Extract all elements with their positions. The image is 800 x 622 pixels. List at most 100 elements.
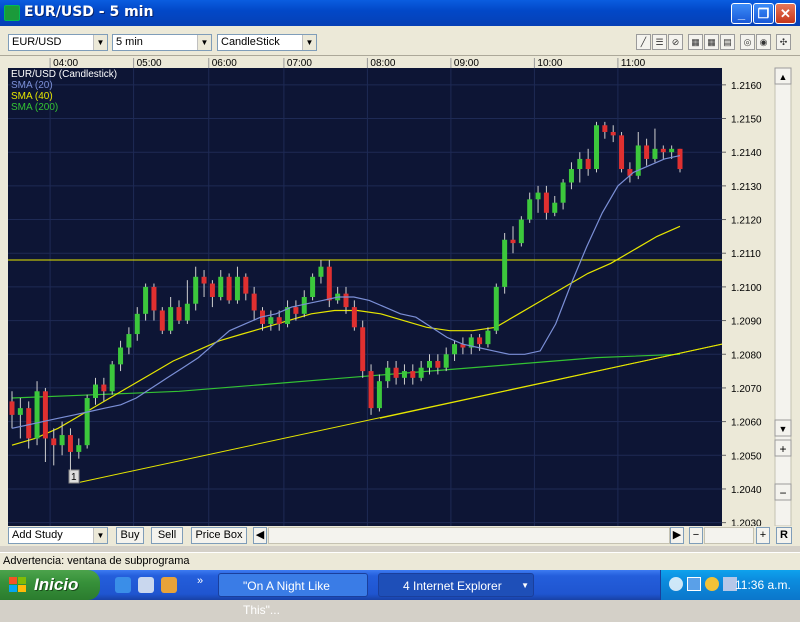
candle-body <box>610 131 616 136</box>
task-internet-explorer[interactable]: 4 Internet Explorer ▼ <box>378 573 534 597</box>
chevron-right-icon[interactable]: » <box>197 575 203 587</box>
chart-style-select[interactable]: CandleStick ▼ <box>217 34 317 51</box>
network-icon[interactable] <box>687 577 701 591</box>
candle-body <box>435 360 441 368</box>
candle-body <box>34 391 40 439</box>
table-icon[interactable]: ▤ <box>720 34 735 50</box>
candle-body <box>385 367 391 382</box>
chart-style-value: CandleStick <box>221 36 280 48</box>
scroll-right-button[interactable]: ▶ <box>670 527 684 544</box>
zoom-in-h-button[interactable]: + <box>756 527 770 544</box>
candle-body <box>368 371 374 409</box>
media-quicklaunch-icon[interactable] <box>161 577 177 593</box>
chevron-down-icon[interactable]: ▼ <box>93 528 107 543</box>
candle-body <box>594 125 599 170</box>
chevron-up-icon: ▲ <box>779 72 788 82</box>
y-tick-label: 1.2070 <box>731 384 762 395</box>
windows-flag-icon <box>9 577 26 592</box>
interval-select[interactable]: 5 min ▼ <box>112 34 212 51</box>
candle-body <box>101 384 107 392</box>
horizontal-lines-icon[interactable]: ☰ <box>652 34 667 50</box>
candle-body <box>452 344 458 355</box>
candle-body <box>568 169 574 183</box>
status-bar: Advertencia: ventana de subprograma <box>0 552 800 570</box>
candle-body <box>485 330 491 345</box>
settings-icon[interactable]: ✣ <box>776 34 791 50</box>
candle-body <box>51 438 57 446</box>
horizontal-scrollbar[interactable] <box>268 527 670 544</box>
zoom-icon[interactable]: ◉ <box>756 34 771 50</box>
candle-body <box>218 276 224 297</box>
close-button[interactable]: ✕ <box>775 3 796 24</box>
candle-body <box>502 239 508 287</box>
add-study-select[interactable]: Add Study ▼ <box>8 527 108 544</box>
y-tick-label: 1.2040 <box>731 485 762 496</box>
candle-body <box>552 202 558 213</box>
candle-body <box>677 148 683 170</box>
time-axis-band <box>8 56 722 68</box>
reset-button[interactable]: R <box>776 527 792 544</box>
zoom-out-h-button[interactable]: − <box>689 527 703 544</box>
chevron-down-icon[interactable]: ▼ <box>302 35 316 50</box>
candle-body <box>268 317 274 324</box>
vertical-scrollbar <box>774 67 792 527</box>
ie-quicklaunch-icon[interactable] <box>115 577 131 593</box>
candle-body <box>151 286 157 311</box>
candlestick-chart[interactable]: 04:00 05:00 06:00 07:00 08:00 09:00 10:00 11:00… <box>0 56 800 530</box>
y-tick-label: 1.2100 <box>731 283 762 294</box>
window-titlebar[interactable]: EUR/USD - 5 min _ ❐ ✕ <box>0 0 800 26</box>
candle-body <box>193 276 199 304</box>
y-tick-label: 1.2140 <box>731 148 762 159</box>
task-label: "On A Night Like This"... <box>243 579 330 617</box>
chevron-down-icon[interactable]: ▼ <box>93 35 107 50</box>
y-tick-label: 1.2110 <box>731 249 761 260</box>
buy-button[interactable]: Buy <box>116 527 144 544</box>
candle-body <box>418 367 424 378</box>
chart-toolbar: EUR/USD ▼ 5 min ▼ CandleStick ▼ ╱ ☰ ⊘ ▦ … <box>0 26 800 56</box>
candle-body <box>209 283 215 297</box>
candle-body <box>669 148 675 153</box>
messenger-icon[interactable] <box>705 577 719 591</box>
candle-body <box>427 360 432 368</box>
chevron-down-icon[interactable]: ▼ <box>197 35 211 50</box>
price-box-button[interactable]: Price Box <box>191 527 247 544</box>
start-button[interactable]: Inicio <box>0 570 100 600</box>
candle-body <box>93 384 98 399</box>
grid-icon[interactable]: ▦ <box>704 34 719 50</box>
minimize-button[interactable]: _ <box>731 3 752 24</box>
plot-background <box>8 68 722 526</box>
pencil-icon[interactable]: ╱ <box>636 34 651 50</box>
y-tick-label: 1.2050 <box>731 451 762 462</box>
grid-icon[interactable]: ▦ <box>688 34 703 50</box>
candle-body <box>159 310 165 331</box>
x-tick-label: 04:00 <box>53 58 78 69</box>
tray-arrow-icon[interactable] <box>669 577 683 591</box>
candle-body <box>343 293 349 308</box>
task-winamp[interactable]: "On A Night Like This"... <box>218 573 368 617</box>
chart-bottom-bar: Add Study ▼ Buy Sell Price Box ◀ ▶ − + R <box>0 526 800 546</box>
zoom-icon[interactable]: ◎ <box>740 34 755 50</box>
candle-body <box>518 219 524 244</box>
y-tick-label: 1.2090 <box>731 317 762 328</box>
candle-body <box>560 182 566 203</box>
candle-body <box>401 371 407 378</box>
symbol-select[interactable]: EUR/USD ▼ <box>8 34 108 51</box>
chevron-down-icon[interactable]: ▼ <box>521 574 529 598</box>
y-tick-label: 1.2030 <box>731 519 762 526</box>
zoom-slider[interactable] <box>704 527 754 544</box>
x-tick-label: 05:00 <box>137 58 162 69</box>
x-tick-label: 11:00 <box>621 58 646 69</box>
x-tick-label: 07:00 <box>287 58 312 69</box>
y-tick-label: 1.2080 <box>731 350 762 361</box>
scroll-left-button[interactable]: ◀ <box>253 527 267 544</box>
system-tray: 11:36 a.m. <box>660 570 800 600</box>
add-study-label: Add Study <box>12 529 63 541</box>
desktop-quicklaunch-icon[interactable] <box>138 577 154 593</box>
y-tick-label: 1.2150 <box>731 115 762 126</box>
candle-body <box>602 125 608 132</box>
legend-entry: SMA (40) <box>11 91 53 102</box>
no-draw-icon[interactable]: ⊘ <box>668 34 683 50</box>
restore-button[interactable]: ❐ <box>753 3 774 24</box>
sell-button[interactable]: Sell <box>151 527 183 544</box>
candle-body <box>168 307 174 331</box>
